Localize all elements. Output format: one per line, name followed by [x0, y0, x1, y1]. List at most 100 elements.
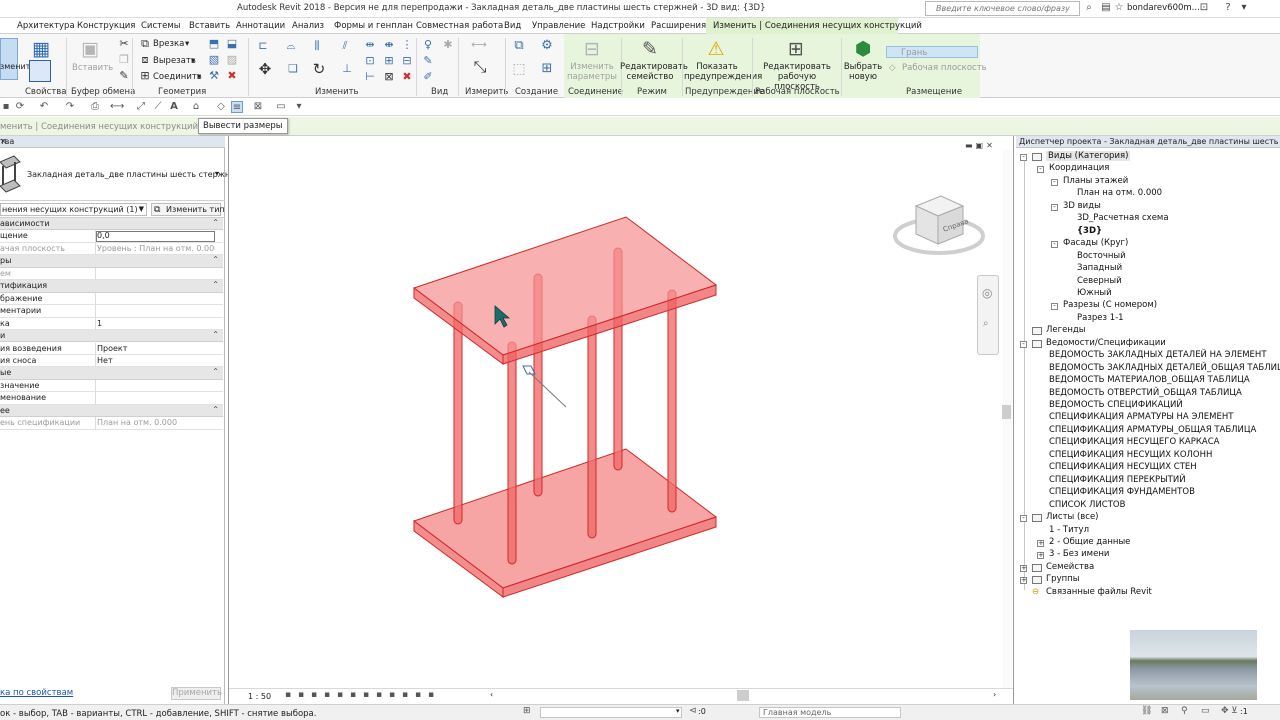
property-row[interactable]: ментарии: [0, 305, 223, 318]
tab-1[interactable]: Конструкция: [77, 21, 135, 31]
tree-item[interactable]: 2 - Общие данные: [1049, 537, 1130, 547]
tab-2[interactable]: Системы: [141, 21, 180, 31]
tree-item[interactable]: Восточный: [1077, 251, 1126, 261]
property-value[interactable]: 0,0: [97, 231, 215, 240]
tree-item[interactable]: Западный: [1077, 263, 1122, 273]
mirror-axis-icon[interactable]: ⫼: [310, 39, 324, 53]
tag-icon[interactable]: ⟋: [152, 101, 164, 113]
viewcube[interactable]: Справа: [893, 195, 985, 255]
tab-12[interactable]: Изменить | Соединения несущих конструкци…: [713, 21, 922, 31]
property-row[interactable]: ия сноса Нет: [0, 354, 223, 368]
horizontal-scroll-thumb[interactable]: [737, 690, 749, 701]
type-dropdown-icon[interactable]: ▾: [215, 169, 219, 178]
tab-4[interactable]: Аннотации: [236, 21, 285, 31]
trim-multiple-icon[interactable]: ⊢: [363, 70, 377, 84]
pick-new-host-icon[interactable]: ⬢: [851, 37, 875, 61]
drag-elements-icon[interactable]: ✥: [1221, 706, 1229, 716]
temporary-hide-icon[interactable]: ▪: [376, 690, 382, 700]
design-option-select[interactable]: Главная модель: [759, 707, 901, 718]
property-section[interactable]: ее ⌃: [0, 404, 223, 418]
tab-8[interactable]: Вид: [504, 21, 521, 31]
tree-item[interactable]: Группы: [1046, 574, 1079, 584]
edit-type-button[interactable]: ⧉ Изменить тип: [151, 203, 225, 216]
copy-icon[interactable]: ❐: [117, 53, 131, 67]
help-search-input[interactable]: Введите ключевое слово/фразу: [925, 1, 1080, 16]
property-row[interactable]: значение: [0, 379, 223, 393]
demolish-icon[interactable]: ▧: [207, 53, 221, 67]
active-workset-select[interactable]: [540, 707, 682, 718]
type-selector[interactable]: Закладная деталь_две пластины шесть стер…: [0, 149, 240, 201]
scroll-left-icon[interactable]: ‹: [490, 690, 493, 699]
collapse-icon[interactable]: ⌃: [212, 255, 219, 264]
property-value[interactable]: Проект: [97, 344, 215, 353]
unpin-icon[interactable]: ⊟: [400, 54, 414, 68]
tree-item[interactable]: ВЕДОМОСТЬ МАТЕРИАЛОВ_ОБЩАЯ ТАБЛИЦА: [1049, 375, 1250, 385]
tree-item[interactable]: СПЕЦИФИКАЦИЯ НЕСУЩИХ СТЕН: [1049, 462, 1197, 472]
tree-item[interactable]: СПЕЦИФИКАЦИЯ НЕСУЩЕГО КАРКАСА: [1049, 437, 1219, 447]
vertical-scroll-thumb[interactable]: [1002, 405, 1011, 419]
collapse-toggle-icon[interactable]: -: [1051, 203, 1058, 211]
hide-bulb-icon[interactable]: ♀: [421, 38, 435, 52]
cope-button[interactable]: Врезка: [153, 39, 184, 49]
tree-item[interactable]: ВЕДОМОСТЬ СПЕЦИФИКАЦИЙ: [1049, 400, 1183, 410]
split-icon[interactable]: ⇹: [363, 38, 377, 52]
close-icon[interactable]: ✕: [0, 137, 221, 146]
create-similar-icon[interactable]: ⊞: [540, 62, 554, 76]
select-underlay-icon[interactable]: ⊠: [1161, 706, 1169, 716]
tree-item[interactable]: ВЕДОМОСТЬ ЗАКЛАДНЫХ ДЕТАЛЕЙ_ОБЩАЯ ТАБЛИЦ…: [1049, 363, 1280, 373]
warning-icon[interactable]: ⚠: [704, 37, 728, 61]
collapse-icon[interactable]: ⌃: [212, 280, 219, 289]
join-icon[interactable]: ⊞: [138, 69, 152, 83]
split-face-icon[interactable]: ⬓: [225, 37, 239, 51]
expand-toggle-icon[interactable]: +: [1020, 564, 1027, 572]
property-section[interactable]: ые ⌃: [0, 367, 223, 380]
tree-item[interactable]: Легенды: [1046, 325, 1085, 335]
steering-wheel-icon[interactable]: ◎: [982, 286, 992, 300]
tree-item[interactable]: СПЕЦИФИКАЦИЯ АРМАТУРЫ_ОБЩАЯ ТАБЛИЦА: [1049, 425, 1256, 435]
create-group-icon[interactable]: ⬚: [512, 62, 526, 76]
property-row[interactable]: менование: [0, 392, 223, 405]
collapse-icon[interactable]: ⌃: [212, 367, 219, 376]
tree-item[interactable]: Южный: [1077, 288, 1112, 298]
expand-toggle-icon[interactable]: +: [1037, 539, 1044, 547]
apply-button[interactable]: Применить: [171, 687, 222, 700]
qat-dropdown-icon[interactable]: ▾: [293, 101, 305, 113]
help-icon[interactable]: ?: [1222, 2, 1234, 14]
cart-icon[interactable]: ⊡: [1198, 2, 1210, 14]
sun-path-icon[interactable]: ▪: [311, 690, 317, 700]
expand-toggle-icon[interactable]: +: [1020, 577, 1027, 585]
paint-icon[interactable]: ▨: [225, 53, 239, 67]
tree-item[interactable]: Связанные файлы Revit: [1046, 587, 1152, 597]
help-dropdown-icon[interactable]: ▾: [1238, 2, 1250, 14]
face-toggle[interactable]: Грань: [886, 46, 978, 58]
tab-10[interactable]: Надстройки: [591, 21, 645, 31]
tree-item[interactable]: Фасады (Круг): [1063, 238, 1128, 248]
view-window-controls[interactable]: ▬▣✕: [965, 141, 996, 150]
tree-item[interactable]: СПИСОК ЛИСТОВ: [1049, 500, 1125, 510]
dimension-icon[interactable]: ⤡: [470, 59, 490, 75]
pin-icon[interactable]: ⊞: [382, 54, 396, 68]
tab-0[interactable]: Архитектура: [17, 21, 75, 31]
cut-geometry-icon[interactable]: ⧈: [138, 53, 152, 67]
crop-view-icon[interactable]: ▪: [337, 690, 343, 700]
tree-item[interactable]: Разрезы (С номером): [1063, 300, 1157, 310]
property-value[interactable]: Уровень : План на отм. 0.000: [97, 244, 215, 253]
tab-5[interactable]: Анализ: [292, 21, 324, 31]
collapse-toggle-icon[interactable]: -: [1020, 340, 1027, 348]
select-links-icon[interactable]: ⛓: [1141, 706, 1152, 716]
property-row[interactable]: ачая плоскость Уровень : План на отм. 0.0…: [0, 242, 223, 256]
analytical-model-icon[interactable]: ▪: [415, 690, 421, 700]
cut-scissors-icon[interactable]: ✂: [117, 37, 131, 51]
edit-parameters-icon[interactable]: ⊟: [580, 37, 604, 61]
print-icon[interactable]: ⎙: [89, 101, 101, 113]
info-center-icon[interactable]: ▤: [1100, 2, 1112, 14]
unlock-3d-icon[interactable]: ▪: [363, 690, 369, 700]
detail-level-icon[interactable]: ▪: [285, 690, 291, 700]
tab-11[interactable]: Расширения: [651, 21, 706, 31]
paste-icon[interactable]: ▣: [78, 37, 102, 61]
undo-icon[interactable]: ↶: [38, 101, 50, 113]
move-icon[interactable]: ✥: [258, 62, 272, 77]
collapse-icon[interactable]: ⌃: [212, 330, 219, 339]
collapse-toggle-icon[interactable]: -: [1051, 178, 1058, 186]
aligned-dim-icon[interactable]: ⤢: [135, 101, 147, 113]
